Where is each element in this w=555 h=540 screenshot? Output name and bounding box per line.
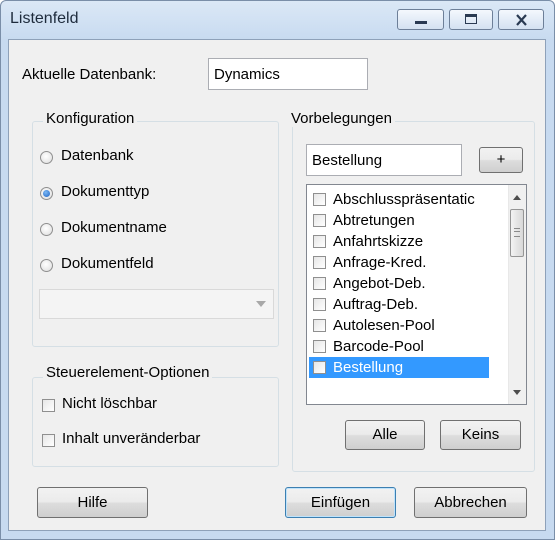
list-item-checkbox[interactable] xyxy=(313,361,326,374)
preset-input[interactable]: Bestellung xyxy=(306,144,462,176)
list-item-checkbox[interactable] xyxy=(313,193,326,206)
presets-listbox[interactable]: Abschlusspräsentatic Abtretungen Anfahrt… xyxy=(306,184,527,405)
current-database-field[interactable]: Dynamics xyxy=(208,58,368,90)
checkbox-content-unchangeable-label[interactable]: Inhalt unveränderbar xyxy=(62,430,200,447)
list-item-label: Anfrage-Kred. xyxy=(333,254,427,271)
insert-button[interactable]: Einfügen xyxy=(285,487,396,518)
list-item[interactable]: Anfrage-Kred. xyxy=(309,252,509,273)
list-item-checkbox[interactable] xyxy=(313,256,326,269)
scroll-up-icon[interactable] xyxy=(513,195,521,200)
scroll-down-icon[interactable] xyxy=(513,390,521,395)
radio-document-name-label[interactable]: Dokumentname xyxy=(61,219,167,236)
minimize-button[interactable] xyxy=(397,9,444,30)
close-icon xyxy=(516,14,527,26)
list-item-checkbox[interactable] xyxy=(313,214,326,227)
list-item-label: Autolesen-Pool xyxy=(333,317,435,334)
list-item[interactable]: Abschlusspräsentatic xyxy=(309,189,509,210)
list-item-label: Barcode-Pool xyxy=(333,338,424,355)
radio-document-name[interactable] xyxy=(40,223,53,236)
dialog-window: Listenfeld Aktuelle Datenbank: Dynamics … xyxy=(0,0,555,540)
list-item[interactable]: Barcode-Pool xyxy=(309,336,509,357)
list-item[interactable]: Autolesen-Pool xyxy=(309,315,509,336)
list-item[interactable]: Anfahrtskizze xyxy=(309,231,509,252)
radio-document-field[interactable] xyxy=(40,259,53,272)
presets-group-title: Vorbelegungen xyxy=(288,110,395,127)
checkbox-content-unchangeable[interactable] xyxy=(42,434,55,447)
window-title: Listenfeld xyxy=(10,10,79,27)
list-scrollbar[interactable] xyxy=(508,185,526,404)
help-button[interactable]: Hilfe xyxy=(37,487,148,518)
list-item-checkbox[interactable] xyxy=(313,340,326,353)
scrollbar-grip-line xyxy=(514,231,520,232)
list-item-label: Auftrag-Deb. xyxy=(333,296,419,313)
list-item-checkbox[interactable] xyxy=(313,319,326,332)
list-item-checkbox[interactable] xyxy=(313,277,326,290)
radio-database-label[interactable]: Datenbank xyxy=(61,147,134,164)
maximize-button[interactable] xyxy=(449,9,493,30)
radio-document-field-label[interactable]: Dokumentfeld xyxy=(61,255,154,272)
select-all-button[interactable]: Alle xyxy=(345,420,425,450)
minimize-icon xyxy=(415,21,427,24)
checkbox-not-deletable-label[interactable]: Nicht löschbar xyxy=(62,395,157,412)
list-item-label: Abschlusspräsentatic xyxy=(333,191,475,208)
add-preset-button[interactable]: + xyxy=(479,147,523,173)
list-item-checkbox[interactable] xyxy=(313,298,326,311)
scrollbar-grip-icon xyxy=(514,228,520,237)
list-item-label: Bestellung xyxy=(333,359,404,376)
checkbox-not-deletable[interactable] xyxy=(42,399,55,412)
chevron-down-icon xyxy=(256,301,266,307)
configuration-group-title: Konfiguration xyxy=(43,110,138,127)
list-item-label: Angebot-Deb. xyxy=(333,275,426,292)
maximize-icon xyxy=(465,14,477,24)
list-item-selected[interactable]: Bestellung xyxy=(309,357,489,378)
list-item[interactable]: Abtretungen xyxy=(309,210,509,231)
close-button[interactable] xyxy=(498,9,544,30)
list-item-label: Abtretungen xyxy=(333,212,415,229)
control-options-group xyxy=(32,377,279,467)
dialog-client-area: Aktuelle Datenbank: Dynamics Konfigurati… xyxy=(8,39,546,531)
radio-document-type[interactable] xyxy=(40,187,53,200)
list-item-checkbox[interactable] xyxy=(313,235,326,248)
list-item[interactable]: Auftrag-Deb. xyxy=(309,294,509,315)
document-field-combobox[interactable] xyxy=(39,289,274,319)
title-bar[interactable]: Listenfeld xyxy=(1,1,554,39)
radio-database[interactable] xyxy=(40,151,53,164)
scrollbar-thumb[interactable] xyxy=(510,209,524,257)
cancel-button[interactable]: Abbrechen xyxy=(414,487,527,518)
list-item-label: Anfahrtskizze xyxy=(333,233,424,250)
radio-document-type-label[interactable]: Dokumenttyp xyxy=(61,183,149,200)
control-options-group-title: Steuerelement-Optionen xyxy=(43,364,213,381)
list-item[interactable]: Angebot-Deb. xyxy=(309,273,509,294)
select-none-button[interactable]: Keins xyxy=(440,420,521,450)
current-database-label: Aktuelle Datenbank: xyxy=(22,66,157,83)
